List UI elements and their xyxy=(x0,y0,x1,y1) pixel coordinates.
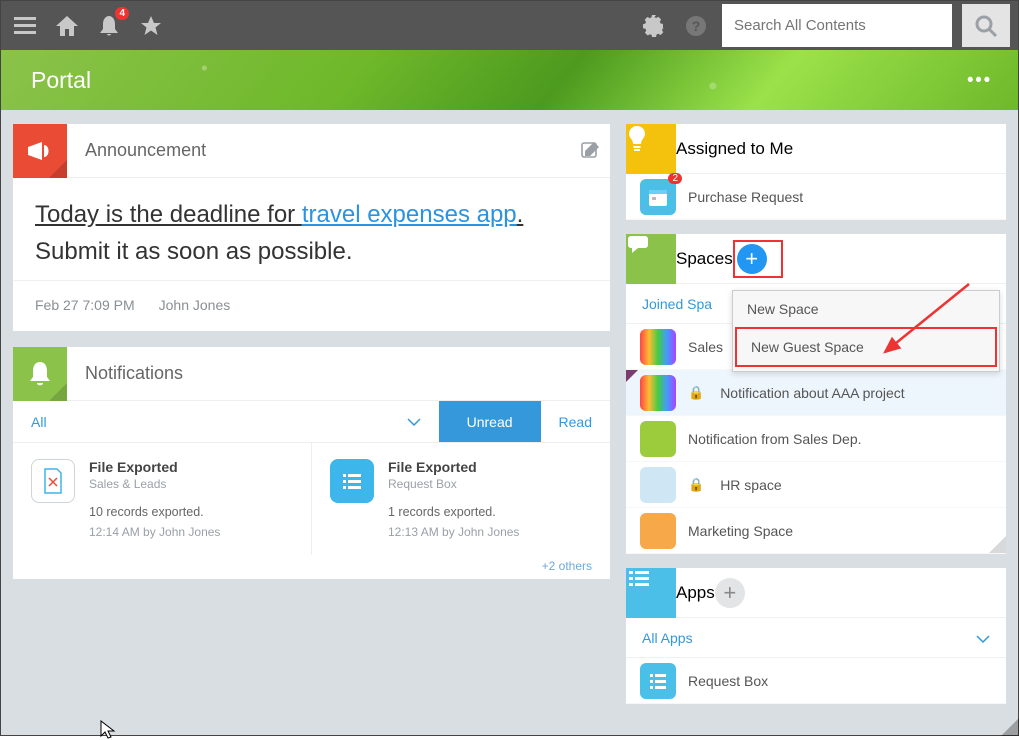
search-button[interactable] xyxy=(962,4,1010,47)
notification-item[interactable]: File Exported Sales & Leads 10 records e… xyxy=(13,443,312,555)
apps-title: Apps xyxy=(676,583,715,603)
megaphone-icon xyxy=(13,124,67,178)
announcement-title: Announcement xyxy=(67,140,570,161)
add-app-button[interactable]: + xyxy=(715,578,745,608)
announcement-link[interactable]: travel expenses app xyxy=(302,201,517,228)
space-thumb-icon xyxy=(640,329,676,365)
space-item[interactable]: Notification from Sales Dep. xyxy=(626,416,1006,462)
space-thumb-icon xyxy=(640,421,676,457)
notifications-title: Notifications xyxy=(67,363,610,384)
notification-badge: 4 xyxy=(115,7,129,20)
space-item[interactable]: Marketing Space xyxy=(626,508,1006,554)
list-icon xyxy=(640,663,676,699)
announcement-card: Announcement Today is the deadline for t… xyxy=(13,124,610,331)
more-notifications-link[interactable]: +2 others xyxy=(13,555,610,579)
top-bar: 4 ? xyxy=(1,1,1018,50)
hero-banner: Portal ••• xyxy=(1,50,1018,110)
spaces-card: Spaces + Joined Spa Sales 🔒 Notification… xyxy=(626,234,1006,554)
edit-icon[interactable] xyxy=(570,141,610,161)
notification-item[interactable]: File Exported Request Box 1 records expo… xyxy=(312,443,610,555)
tab-unread[interactable]: Unread xyxy=(439,401,541,442)
cursor-icon xyxy=(100,720,116,740)
announcement-timestamp: Feb 27 7:09 PM xyxy=(35,297,135,313)
add-space-button[interactable]: + xyxy=(737,244,767,274)
announcement-text-line2: Submit it as soon as possible. xyxy=(35,238,353,265)
app-item[interactable]: Request Box xyxy=(626,658,1006,704)
list-icon xyxy=(330,459,374,503)
menu-icon[interactable] xyxy=(9,10,41,42)
search-input[interactable] xyxy=(722,4,952,47)
space-thumb-icon xyxy=(640,375,676,411)
bell-block-icon xyxy=(13,347,67,401)
chat-icon xyxy=(626,234,676,284)
assigned-card: Assigned to Me 2 Purchase Request xyxy=(626,124,1006,220)
space-item[interactable]: 🔒 HR space xyxy=(626,462,1006,508)
chevron-down-icon xyxy=(976,630,990,646)
space-thumb-icon xyxy=(640,513,676,549)
page-title: Portal xyxy=(31,67,91,94)
more-icon[interactable]: ••• xyxy=(967,70,992,91)
star-icon[interactable] xyxy=(135,10,167,42)
space-item[interactable]: 🔒 Notification about AAA project xyxy=(626,370,1006,416)
gear-icon[interactable] xyxy=(638,10,670,42)
assigned-item[interactable]: 2 Purchase Request xyxy=(626,174,1006,220)
announcement-text-suffix: . xyxy=(517,201,524,228)
notifications-card: Notifications All Unread Read File Expor… xyxy=(13,347,610,579)
menu-new-guest-space[interactable]: New Guest Space xyxy=(735,327,997,367)
bell-icon[interactable]: 4 xyxy=(93,10,125,42)
file-icon xyxy=(31,459,75,503)
chevron-down-icon[interactable] xyxy=(389,401,439,442)
help-icon[interactable]: ? xyxy=(680,10,712,42)
svg-text:?: ? xyxy=(692,18,701,34)
lightbulb-icon xyxy=(626,124,676,174)
lock-icon: 🔒 xyxy=(688,477,704,493)
announcement-text-prefix: Today is the deadline for xyxy=(35,201,302,228)
lock-icon: 🔒 xyxy=(688,385,704,401)
spaces-add-menu: New Space New Guest Space xyxy=(732,290,1000,372)
tab-all[interactable]: All xyxy=(13,401,65,442)
announcement-author: John Jones xyxy=(159,297,231,313)
apps-card: Apps + All Apps Request Box xyxy=(626,568,1006,704)
tab-all-apps[interactable]: All Apps xyxy=(626,618,1006,658)
assigned-title: Assigned to Me xyxy=(676,139,793,159)
space-thumb-icon xyxy=(640,467,676,503)
spaces-title: Spaces xyxy=(676,249,733,269)
calendar-icon: 2 xyxy=(640,179,676,215)
tab-read[interactable]: Read xyxy=(541,401,610,442)
home-icon[interactable] xyxy=(51,10,83,42)
apps-icon xyxy=(626,568,676,618)
menu-new-space[interactable]: New Space xyxy=(733,291,999,327)
